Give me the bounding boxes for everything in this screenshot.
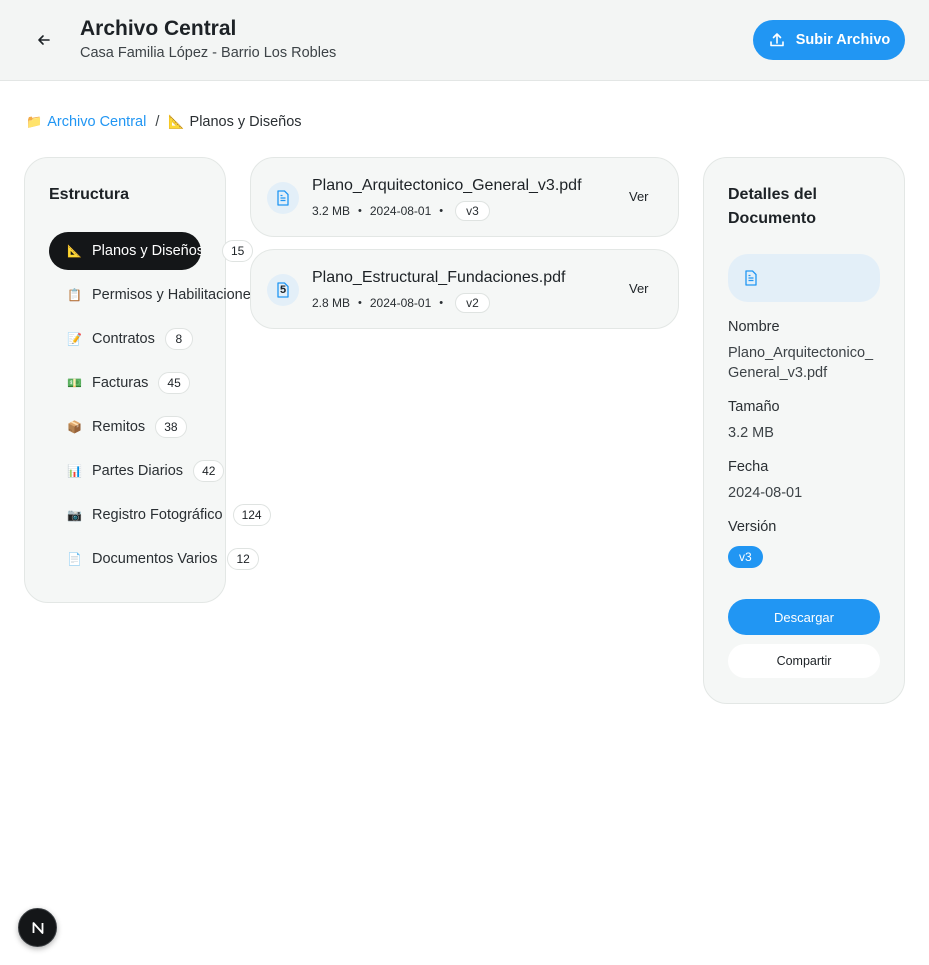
count-badge: 124 [232, 504, 271, 526]
count-badge: 42 [193, 460, 225, 482]
size-label: Tamaño [728, 399, 780, 415]
back-button[interactable] [28, 24, 60, 56]
upload-file-button[interactable]: Subir Archivo [753, 20, 905, 60]
sidebar-item-registro-fotografico[interactable]: 📷 Registro Fotográfico 124 [49, 496, 271, 534]
folder-icon: 📁 [26, 114, 43, 129]
document-icon: 📄 [67, 552, 82, 566]
structure-sidebar: Estructura 📐 Planos y Diseños 15 📋 Permi… [24, 157, 271, 603]
view-file-button[interactable]: Ver [629, 281, 649, 296]
name-label: Nombre [728, 319, 780, 335]
file-date: 2024-08-01 [369, 296, 432, 310]
camera-icon: 📷 [67, 508, 82, 522]
clipboard-icon: 📋 [67, 288, 82, 302]
sidebar-item-documentos-varios[interactable]: 📄 Documentos Varios 12 [49, 540, 259, 578]
file-icon-badge: 5 [280, 284, 287, 296]
sidebar-item-contratos[interactable]: 📝 Contratos 8 [49, 320, 193, 358]
separator-dot: • [358, 205, 362, 217]
download-button[interactable]: Descargar [728, 599, 880, 635]
separator-dot: • [439, 297, 444, 309]
file-card[interactable]: Plano_Arquitectonico_General_v3.pdf 3.2 … [250, 157, 679, 237]
file-icon [267, 182, 299, 214]
file-meta: 2.8 MB • 2024-08-01 • v2 [312, 293, 490, 313]
separator-dot: • [358, 297, 362, 309]
sidebar-item-planos[interactable]: 📐 Planos y Diseños 15 [49, 232, 254, 270]
sidebar-item-label: Registro Fotográfico [92, 507, 223, 523]
sidebar-item-permisos[interactable]: 📋 Permisos y Habilitaciones [49, 276, 258, 314]
breadcrumb-current: Planos y Diseños [189, 114, 302, 130]
file-name: Plano_Arquitectonico_General_v3.pdf [312, 177, 582, 194]
date-label: Fecha [728, 459, 769, 475]
version-label: Versión [728, 519, 777, 535]
file-meta: 3.2 MB • 2024-08-01 • v3 [312, 201, 490, 221]
file-card[interactable]: 5 Plano_Estructural_Fundaciones.pdf 2.8 … [250, 249, 679, 329]
upload-icon [769, 33, 784, 47]
money-icon: 💵 [67, 376, 82, 390]
arrow-left-icon [38, 35, 50, 45]
file-date: 2024-08-01 [369, 204, 432, 218]
sidebar-item-partes-diarios[interactable]: 📊 Partes Diarios 42 [49, 452, 225, 490]
date-value: 2024-08-01 [728, 485, 803, 501]
share-button[interactable]: Compartir [728, 644, 880, 678]
file-name: Plano_Estructural_Fundaciones.pdf [312, 269, 566, 286]
upload-file-label: Subir Archivo [795, 32, 891, 48]
sidebar-item-remitos[interactable]: 📦 Remitos 38 [49, 408, 187, 446]
memo-icon: 📝 [67, 332, 82, 346]
sidebar-item-label: Contratos [92, 331, 155, 347]
version-badge: v3 [455, 201, 490, 221]
count-badge: 12 [227, 548, 259, 570]
view-file-button[interactable]: Ver [629, 189, 649, 204]
sidebar-item-label: Remitos [92, 419, 146, 435]
bar-chart-icon: 📊 [67, 464, 82, 478]
breadcrumb: 📁 Archivo Central / 📐 Planos y Diseños [26, 114, 302, 130]
page-subtitle: Casa Familia López - Barrio Los Robles [80, 45, 337, 61]
sidebar-item-facturas[interactable]: 💵 Facturas 45 [49, 364, 190, 402]
n-logo-icon [32, 921, 43, 934]
count-badge: 15 [222, 240, 254, 262]
document-icon [745, 270, 757, 286]
count-badge: 38 [155, 416, 187, 438]
package-icon: 📦 [67, 420, 82, 434]
breadcrumb-root-link[interactable]: Archivo Central [47, 114, 146, 130]
separator-dot: • [439, 205, 444, 217]
sidebar-title: Estructura [49, 186, 130, 203]
name-value: Plano_Arquitectonico_General_v3.pdf [728, 345, 874, 381]
triangle-ruler-icon: 📐 [168, 114, 185, 129]
sidebar-item-label: Planos y Diseños [92, 243, 201, 259]
count-badge: 45 [158, 372, 190, 394]
triangle-ruler-icon: 📐 [67, 244, 82, 258]
document-details-panel: Detalles del Documento Nombre Plano_Arqu… [703, 157, 905, 704]
count-badge: 8 [164, 328, 193, 350]
sidebar-item-label: Facturas [92, 375, 149, 391]
details-title: Detalles del Documento [728, 186, 817, 227]
nextjs-dev-badge[interactable] [18, 908, 57, 947]
version-badge: v2 [455, 293, 490, 313]
page-title: Archivo Central [80, 17, 237, 40]
size-value: 3.2 MB [728, 425, 774, 441]
sidebar-item-label: Partes Diarios [92, 463, 184, 479]
page-header: Archivo Central Casa Familia López - Bar… [0, 0, 929, 81]
breadcrumb-separator: / [155, 114, 160, 130]
document-preview [728, 254, 880, 302]
file-size: 3.2 MB [312, 204, 351, 218]
version-value-badge: v3 [728, 546, 763, 568]
file-size: 2.8 MB [312, 296, 351, 310]
sidebar-item-label: Permisos y Habilitaciones [92, 287, 259, 303]
sidebar-item-label: Documentos Varios [92, 551, 218, 567]
file-icon: 5 [267, 274, 299, 306]
